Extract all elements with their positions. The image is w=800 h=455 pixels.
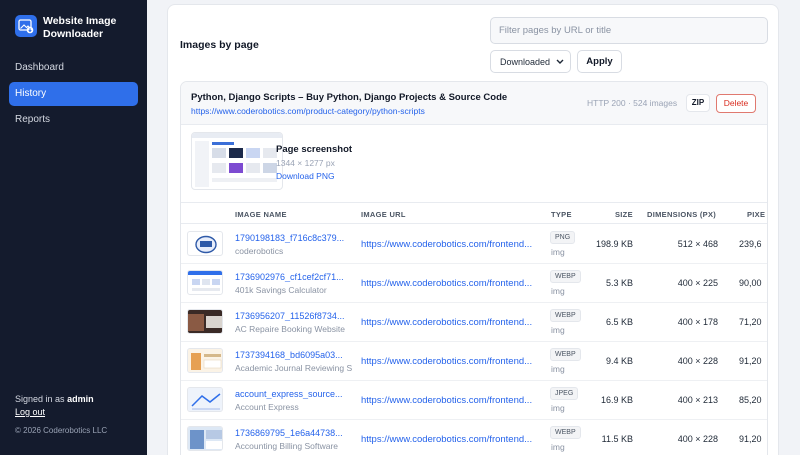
delete-button[interactable]: Delete [716,94,756,113]
sidebar-item-reports[interactable]: Reports [9,108,138,132]
brand: Website Image Downloader [15,15,143,41]
image-kind: img [551,325,565,335]
image-size: 11.5 KB [601,434,633,444]
screenshot-size: 1344 × 1277 px [276,158,335,168]
image-kind: img [551,247,565,257]
type-badge: JPEG [550,387,579,400]
image-size: 198.9 KB [595,239,633,249]
col-pixels[interactable]: PIXE [747,210,765,219]
col-size[interactable]: SIZE [615,210,633,219]
image-url-link[interactable]: https://www.coderobotics.com/frontend... [361,317,539,328]
signed-in-status: Signed in as admin [15,394,94,404]
page-title: Images by page [180,39,259,51]
download-png-link[interactable]: Download PNG [276,171,335,181]
screenshot-title: Page screenshot [276,144,353,155]
image-dimensions: 400 × 225 [677,278,718,288]
page-block-title: Python, Django Scripts – Buy Python, Dja… [191,92,508,103]
zip-button[interactable]: ZIP [686,94,710,112]
image-thumbnail[interactable] [187,426,223,451]
image-source: Academic Journal Reviewing S [235,363,353,373]
sidebar-nav: Dashboard History Reports [9,56,138,134]
image-name-link[interactable]: 1737394168_bd6095a03... [235,350,347,360]
image-name-link[interactable]: 1790198183_f716c8c379... [235,233,347,243]
image-name-link[interactable]: 1736902976_cf1cef2cf71... [235,272,347,282]
signed-in-prefix: Signed in as [15,394,65,404]
image-dimensions: 400 × 228 [677,356,718,366]
page-block: Python, Django Scripts – Buy Python, Dja… [180,81,768,455]
image-size: 5.3 KB [605,278,633,288]
image-source: coderobotics [235,246,284,256]
image-source: Accounting Billing Software [235,441,339,451]
table-row: 1790198183_f716c8c379... coderobotics ht… [181,225,767,264]
sidebar-item-history[interactable]: History [9,82,138,106]
table-row: account_express_source... Account Expres… [181,381,767,420]
image-url-link[interactable]: https://www.coderobotics.com/frontend... [361,278,539,289]
col-image-name[interactable]: IMAGE NAME [235,210,287,219]
image-pixels: 239,6 [739,239,762,249]
app-title: Website Image Downloader [43,15,117,40]
image-thumbnail[interactable] [187,231,223,256]
col-image-url[interactable]: IMAGE URL [361,210,406,219]
table-row: 1736956207_11526f8734... AC Repaire Book… [181,303,767,342]
page-header: Python, Django Scripts – Buy Python, Dja… [181,82,767,125]
image-kind: img [551,403,565,413]
image-dimensions: 512 × 468 [677,239,718,249]
image-url-link[interactable]: https://www.coderobotics.com/frontend... [361,434,539,445]
image-name-link[interactable]: account_express_source... [235,389,347,399]
col-type[interactable]: TYPE [551,210,572,219]
image-dimensions: 400 × 213 [677,395,718,405]
table-row: 1737394168_bd6095a03... Academic Journal… [181,342,767,381]
filter-input[interactable]: Filter pages by URL or title [490,17,768,44]
table-row: 1736902976_cf1cef2cf71... 401k Savings C… [181,264,767,303]
apply-button[interactable]: Apply [577,50,622,73]
image-url-link[interactable]: https://www.coderobotics.com/frontend... [361,395,539,406]
page-screenshot-thumbnail[interactable] [191,132,283,190]
logout-link[interactable]: Log out [15,407,45,417]
image-kind: img [551,364,565,374]
sidebar: Website Image Downloader Dashboard Histo… [0,0,147,455]
image-size: 16.9 KB [600,395,633,405]
image-source: AC Repaire Booking Website [235,324,345,334]
image-pixels: 91,20 [739,434,762,444]
image-dimensions: 400 × 178 [677,317,718,327]
chevron-down-icon [556,59,564,64]
image-pixels: 71,20 [739,317,762,327]
image-pixels: 90,00 [739,278,762,288]
table-row: 1736869795_1e6a44738... Accounting Billi… [181,420,767,455]
image-thumbnail[interactable] [187,309,223,334]
type-badge: WEBP [550,348,581,361]
image-name-link[interactable]: 1736956207_11526f8734... [235,311,347,321]
image-dimensions: 400 × 228 [677,434,718,444]
type-badge: PNG [550,231,576,244]
sidebar-item-dashboard[interactable]: Dashboard [9,56,138,80]
image-name-link[interactable]: 1736869795_1e6a44738... [235,428,347,438]
table-header: IMAGE NAME IMAGE URL TYPE SIZE DIMENSION… [181,202,767,224]
type-badge: WEBP [550,426,581,439]
image-source: 401k Savings Calculator [235,285,327,295]
type-badge: WEBP [550,270,581,283]
image-size: 9.4 KB [605,356,633,366]
image-url-link[interactable]: https://www.coderobotics.com/frontend... [361,356,539,367]
username: admin [67,394,94,404]
image-thumbnail[interactable] [187,270,223,295]
page-meta: HTTP 200 · 524 images [587,98,678,108]
image-pixels: 85,20 [739,395,762,405]
image-pixels: 91,20 [739,356,762,366]
image-download-icon [15,15,37,37]
image-source: Account Express [235,402,299,412]
image-thumbnail[interactable] [187,348,223,373]
page-url-link[interactable]: https://www.coderobotics.com/product-cat… [191,106,425,116]
copyright: © 2026 Coderobotics LLC [15,426,108,435]
image-size: 6.5 KB [605,317,633,327]
type-badge: WEBP [550,309,581,322]
col-dimensions[interactable]: DIMENSIONS (PX) [647,210,716,219]
image-url-link[interactable]: https://www.coderobotics.com/frontend... [361,239,539,250]
image-thumbnail[interactable] [187,387,223,412]
image-kind: img [551,286,565,296]
image-kind: img [551,442,565,452]
status-select-value: Downloaded [500,57,551,67]
main-card: Images by page Filter pages by URL or ti… [167,4,779,455]
status-select[interactable]: Downloaded [490,50,571,73]
